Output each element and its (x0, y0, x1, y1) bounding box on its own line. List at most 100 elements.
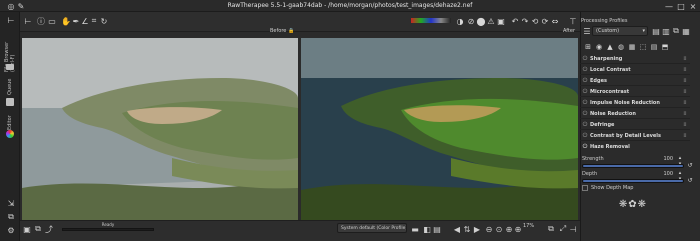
rotate-right-icon[interactable]: ⟳ (540, 16, 550, 26)
power-icon[interactable]: ⏻ (580, 131, 590, 141)
depth-stepper-up[interactable]: ▴ (676, 170, 684, 176)
tool-noise-reduction[interactable]: ⏻ Noise Reduction ⁞⁞ (580, 109, 690, 119)
minimize-icon[interactable]: — (664, 1, 674, 11)
undo-icon[interactable]: ↶ (510, 16, 520, 26)
zoom-out-icon[interactable]: ⊖ (484, 224, 494, 234)
pin-toolbar-icon[interactable]: ⊤ (568, 16, 578, 26)
tab-queue[interactable]: Queue (3, 77, 17, 97)
show-depth-map-label: Show Depth Map (591, 185, 634, 191)
depth-value[interactable]: 100 (655, 171, 673, 177)
copy-profile-icon[interactable]: ⧉ (671, 26, 681, 36)
shadow-clipping-icon[interactable]: ⬤ (476, 16, 486, 26)
tab-detail[interactable]: ▲ (605, 42, 615, 52)
zoom-level: 17% (523, 223, 535, 229)
rotate-left-icon[interactable]: ⟲ (530, 16, 540, 26)
power-icon[interactable]: ⏻ (580, 98, 590, 108)
progress-bar (62, 228, 154, 231)
external-editor-icon[interactable]: ⧉ (6, 212, 16, 222)
tool-contrast-by-detail-levels[interactable]: ⏻ Contrast by Detail Levels ⁞⁞ (580, 131, 690, 141)
highlight-clipping-icon[interactable]: ▣ (496, 16, 506, 26)
after-preview[interactable] (301, 38, 578, 220)
processing-profile-dropdown[interactable]: (Custom) ▾ (592, 26, 648, 36)
power-icon[interactable]: ⏻ (580, 120, 590, 130)
profile-list-icon[interactable]: ☰ (582, 26, 592, 36)
show-depth-map-checkbox[interactable]: Show Depth Map (582, 185, 633, 191)
folder-icon (6, 64, 14, 70)
no-entry-icon[interactable]: ⊘ (466, 16, 476, 26)
before-preview[interactable] (22, 38, 298, 220)
save-icon[interactable]: ▣ (22, 224, 32, 234)
reset-icon[interactable]: ↺ (686, 176, 694, 184)
panel-toggle-icon[interactable]: ⊢ (23, 16, 33, 26)
sync-icon[interactable]: ⇅ (462, 224, 472, 234)
tool-impulse-noise-reduction[interactable]: ⏻ Impulse Noise Reduction ⁞⁞ (580, 98, 690, 108)
focus-mask-icon[interactable]: ◑ (455, 16, 465, 26)
save-profile-icon[interactable]: ▥ (661, 26, 671, 36)
menu-icon[interactable]: ⁞⁞ (680, 111, 690, 117)
gamut-check-icon[interactable]: ◧ (422, 224, 432, 234)
maximize-icon[interactable]: □ (676, 1, 686, 11)
output-profile-select[interactable]: System default (Color Profile) (337, 223, 407, 233)
tab-transform[interactable]: ⬚ (638, 42, 648, 52)
menu-icon[interactable]: ⁞⁞ (680, 78, 690, 84)
menu-icon[interactable]: ⁞⁞ (680, 56, 690, 62)
menu-icon[interactable]: ⁞⁞ (680, 67, 690, 73)
tab-exposure[interactable]: ◉ (594, 42, 604, 52)
open-profile-icon[interactable]: ▤ (651, 26, 661, 36)
chevron-down-icon: ▾ (642, 28, 645, 34)
zoom-fit-icon[interactable]: ⊙ (494, 224, 504, 234)
strength-value[interactable]: 100 (655, 156, 673, 162)
menu-icon[interactable]: ⁞⁞ (680, 89, 690, 95)
next-image-icon[interactable]: ▶ (472, 224, 482, 234)
tab-favorites[interactable]: ⊞ (583, 42, 593, 52)
reset-icon[interactable]: ↺ (686, 161, 694, 169)
history-icon[interactable]: ⇲ (6, 198, 16, 208)
strength-slider[interactable] (582, 164, 684, 168)
prev-image-icon[interactable]: ◀ (452, 224, 462, 234)
lock-icon[interactable]: 🔒 (288, 28, 294, 34)
tool-edges[interactable]: ⏻ Edges ⁞⁞ (580, 76, 690, 86)
power-icon[interactable]: ⏻ (580, 87, 590, 97)
flip-icon[interactable]: ⇔ (550, 16, 560, 26)
tab-raw[interactable]: ▤ (649, 42, 659, 52)
after-image (301, 38, 578, 220)
power-icon[interactable]: ⏻ (580, 109, 590, 119)
preferences-icon[interactable]: ⚙ (6, 225, 16, 235)
menu-icon[interactable]: ⁞⁞ (680, 100, 690, 106)
info-icon[interactable]: ⓘ (36, 16, 46, 26)
tab-color[interactable]: ◍ (616, 42, 626, 52)
crop-icon[interactable]: ⌗ (89, 16, 99, 26)
power-icon[interactable]: ⏻ (580, 65, 590, 75)
pin-icon[interactable]: ✎ (16, 1, 26, 11)
strength-stepper-up[interactable]: ▴ (676, 155, 684, 161)
redo-icon[interactable]: ↷ (520, 16, 530, 26)
histogram-icon[interactable]: ▤ (432, 224, 442, 234)
menu-icon[interactable]: ⁞⁞ (680, 122, 690, 128)
power-icon[interactable]: ⏻ (580, 54, 590, 64)
tool-defringe[interactable]: ⏻ Defringe ⁞⁞ (580, 120, 690, 130)
new-detail-window-icon[interactable]: ⧉ (546, 224, 556, 234)
rotate-icon[interactable]: ↻ (99, 16, 109, 26)
tab-advanced[interactable]: ▦ (627, 42, 637, 52)
menu-icon[interactable]: ⁞⁞ (680, 133, 690, 139)
depth-slider[interactable] (582, 179, 684, 183)
send-to-editor-icon[interactable]: ⤴ (44, 224, 54, 234)
before-after-icon[interactable]: ▭ (47, 16, 57, 26)
tool-haze-removal[interactable]: ⏻ Haze Removal (580, 142, 690, 152)
tool-sharpening[interactable]: ⏻ Sharpening ⁞⁞ (580, 54, 690, 64)
fullscreen-icon[interactable]: ⤢ (558, 224, 568, 234)
tool-local-contrast[interactable]: ⏻ Local Contrast ⁞⁞ (580, 65, 690, 75)
hand-tool-icon[interactable]: ✋ (61, 16, 71, 26)
paste-profile-icon[interactable]: ▦ (681, 26, 691, 36)
tab-metadata[interactable]: ⬒ (660, 42, 670, 52)
power-icon[interactable]: ⏻ (580, 76, 590, 86)
queue-add-icon[interactable]: ⧉ (33, 224, 43, 234)
softproof-icon[interactable]: ▬ (410, 224, 420, 234)
right-panel-toggle-icon[interactable]: ⊣ (568, 224, 578, 234)
panel-toggle-icon[interactable]: ⊢ (6, 15, 16, 25)
zoom-in-icon[interactable]: ⊕ (513, 224, 523, 234)
power-icon[interactable]: ⏻ (580, 142, 590, 152)
close-icon[interactable]: × (688, 1, 698, 11)
warning-icon[interactable]: ⚠ (486, 16, 496, 26)
tool-microcontrast[interactable]: ⏻ Microcontrast ⁞⁞ (580, 87, 690, 97)
